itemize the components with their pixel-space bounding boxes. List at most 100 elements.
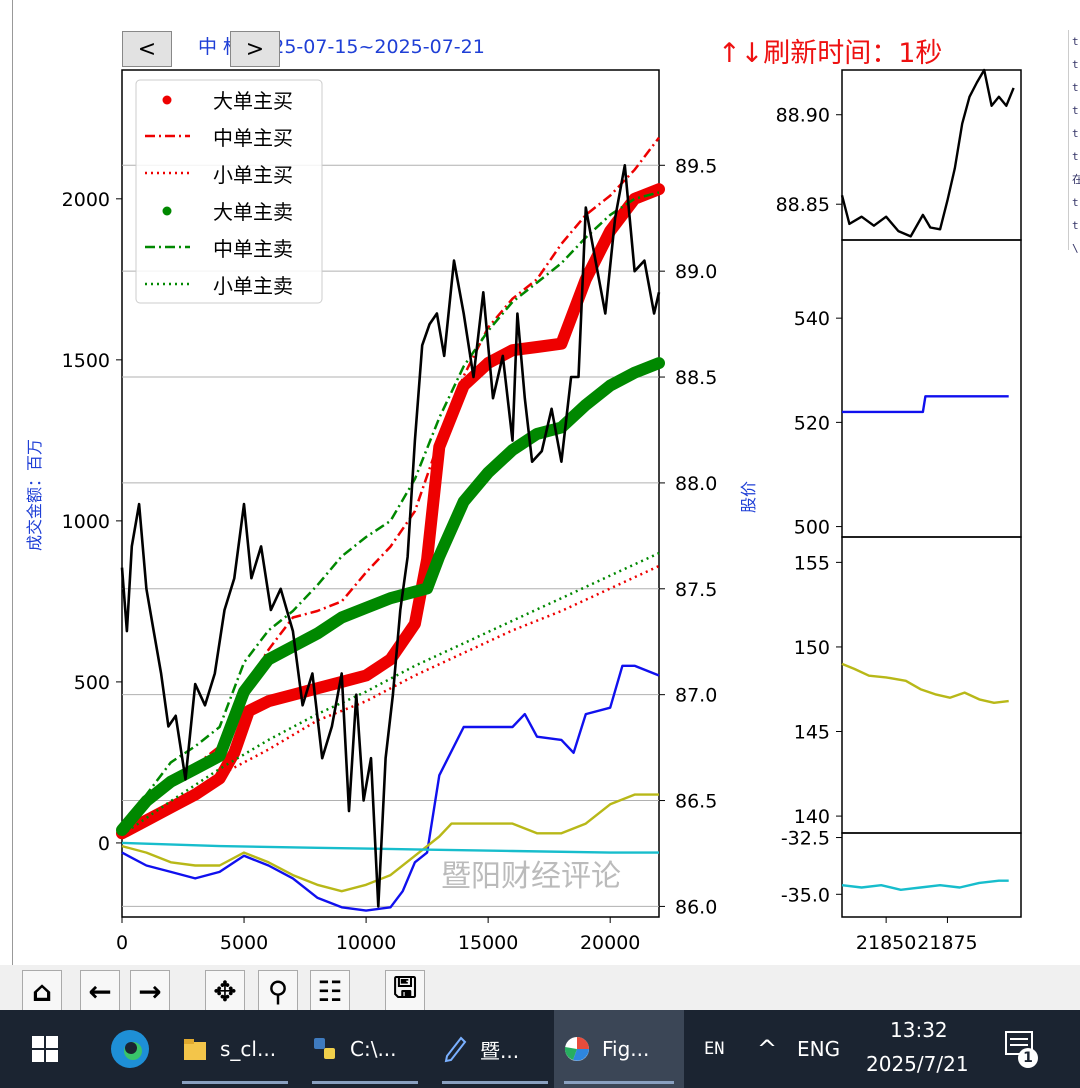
sub-y-tick-label: 145	[794, 722, 830, 744]
right-tick-label: 89.0	[675, 261, 717, 283]
legend-label: 小单主卖	[213, 274, 293, 298]
taskbar-app-label: s_cl...	[220, 1037, 277, 1061]
right-axis-label: 股价	[739, 481, 758, 513]
running-indicator	[312, 1081, 418, 1084]
right-tick-label: 89.5	[675, 155, 717, 177]
background-text: t	[1072, 35, 1079, 48]
save-icon[interactable]: 🖫	[385, 970, 425, 1012]
right-tick-label: 86.0	[675, 896, 717, 918]
notification-count: 1	[1018, 1048, 1038, 1068]
background-text: \	[1072, 242, 1079, 255]
sub-axes-frame	[841, 536, 1022, 834]
sub-x-tick-label: 21875	[917, 932, 977, 954]
sub-series-line	[841, 662, 1009, 704]
figure-window: t t t t t t 在 t t \ 中 标 2025-07-15~2025-07-21 ↑↓刷…	[0, 0, 1080, 1012]
tray-chevron-icon[interactable]: ^	[757, 1010, 777, 1088]
right-tick-label: 88.5	[675, 367, 717, 389]
language-indicator[interactable]: ENG	[797, 1010, 840, 1088]
back-arrow-icon[interactable]: ←	[80, 970, 120, 1012]
sub-y-tick-label: 500	[794, 517, 830, 539]
previous-button[interactable]: <	[122, 31, 172, 67]
sub-y-tick-label: 540	[794, 308, 830, 330]
background-text: 在	[1072, 173, 1080, 186]
sub-series-line	[840, 68, 1015, 238]
plot-canvas[interactable]: 中 标 2025-07-15~2025-07-21 ↑↓刷新时间：1秒 86.0…	[0, 0, 1065, 962]
sub-y-tick-label: 88.90	[776, 105, 830, 127]
legend-label: 中单主买	[213, 126, 293, 150]
sub-y-tick-label: 88.85	[776, 194, 830, 216]
sub-y-tick-label: 140	[794, 806, 830, 828]
next-button[interactable]: >	[230, 31, 280, 67]
figure-icon	[562, 1034, 592, 1064]
running-indicator	[564, 1081, 674, 1084]
running-indicator	[442, 1081, 548, 1084]
taskbar-app-3[interactable]: Fig...	[554, 1010, 684, 1088]
clock-date[interactable]: 2025/7/21	[866, 1052, 969, 1076]
background-text: t	[1072, 81, 1079, 94]
legend: 大单主买中单主买小单主买大单主卖中单主卖小单主卖	[135, 79, 323, 304]
watermark: 暨阳财经评论	[441, 859, 621, 894]
python-icon	[310, 1034, 340, 1064]
left-tick-label: 1000	[62, 511, 110, 533]
sub-y-tick-label: 155	[794, 552, 830, 574]
taskbar: s_cl... C:\... 暨... Fig... EN ^ ENG 13:32 2…	[0, 1010, 1080, 1088]
background-text: t	[1072, 219, 1079, 232]
sub-y-tick-label: 520	[794, 412, 830, 434]
background-text: t	[1072, 104, 1079, 117]
forward-arrow-icon[interactable]: →	[130, 970, 170, 1012]
right-tick-label: 87.5	[675, 579, 717, 601]
left-axis-label: 成交金额：百万	[25, 439, 44, 551]
background-text: t	[1072, 58, 1079, 71]
legend-marker	[162, 95, 172, 105]
legend-label: 中单主卖	[213, 237, 293, 261]
left-tick-label: 500	[74, 672, 110, 694]
taskbar-app-2[interactable]: 暨...	[432, 1010, 558, 1088]
edge-icon	[111, 1030, 149, 1068]
configure-icon[interactable]: ☷	[310, 970, 350, 1012]
sub-y-tick-label: 150	[794, 637, 830, 659]
notification-button[interactable]: 1	[1004, 1028, 1038, 1068]
left-tick-label: 0	[98, 833, 110, 855]
sub-x-tick-label: 21850	[856, 932, 916, 954]
folder-icon	[180, 1034, 210, 1064]
taskbar-app-0[interactable]: s_cl...	[172, 1010, 298, 1088]
sub-axes-frame	[841, 69, 1022, 241]
right-tick-label: 86.5	[675, 791, 717, 813]
sub-series-line	[841, 879, 1009, 891]
right-tick-label: 87.0	[675, 685, 717, 707]
legend-label: 大单主买	[213, 89, 293, 113]
series-line-3	[116, 357, 665, 836]
x-tick-label: 20000	[580, 932, 640, 954]
pan-icon[interactable]: ✥	[205, 970, 245, 1012]
pen-icon	[440, 1034, 470, 1064]
legend-label: 小单主买	[213, 163, 293, 187]
start-button[interactable]	[20, 1010, 70, 1088]
left-tick-label: 2000	[62, 189, 110, 211]
x-tick-label: 10000	[336, 932, 396, 954]
windows-icon	[32, 1036, 58, 1062]
clock-time[interactable]: 13:32	[890, 1018, 948, 1042]
legend-marker	[162, 206, 172, 216]
edge-browser-button[interactable]	[100, 1010, 160, 1088]
series-line-8	[121, 841, 659, 854]
home-icon[interactable]: ⌂	[22, 970, 62, 1012]
sub-axes-frame	[841, 832, 1022, 918]
sub-axes-frame	[841, 239, 1022, 538]
sub-series-line	[842, 395, 1009, 414]
background-text: t	[1072, 150, 1079, 163]
taskbar-app-1[interactable]: C:\...	[302, 1010, 428, 1088]
right-tick-label: 88.0	[675, 473, 717, 495]
navigation-toolbar: ⌂ ← → ✥ ⚲ ☷ 🖫	[0, 965, 1080, 1012]
x-tick-label: 0	[116, 932, 128, 954]
left-tick-label: 1500	[62, 350, 110, 372]
taskbar-app-label: C:\...	[350, 1037, 397, 1061]
sub-y-tick-label: -32.5	[781, 828, 830, 850]
sub-y-tick-label: -35.0	[781, 884, 830, 906]
input-indicator[interactable]: EN	[704, 1010, 724, 1088]
zoom-icon[interactable]: ⚲	[258, 970, 298, 1012]
taskbar-app-label: 暨...	[480, 1038, 520, 1063]
background-text: t	[1072, 196, 1079, 209]
background-text: t	[1072, 127, 1079, 140]
legend-label: 大单主卖	[213, 200, 293, 224]
x-tick-label: 5000	[220, 932, 268, 954]
